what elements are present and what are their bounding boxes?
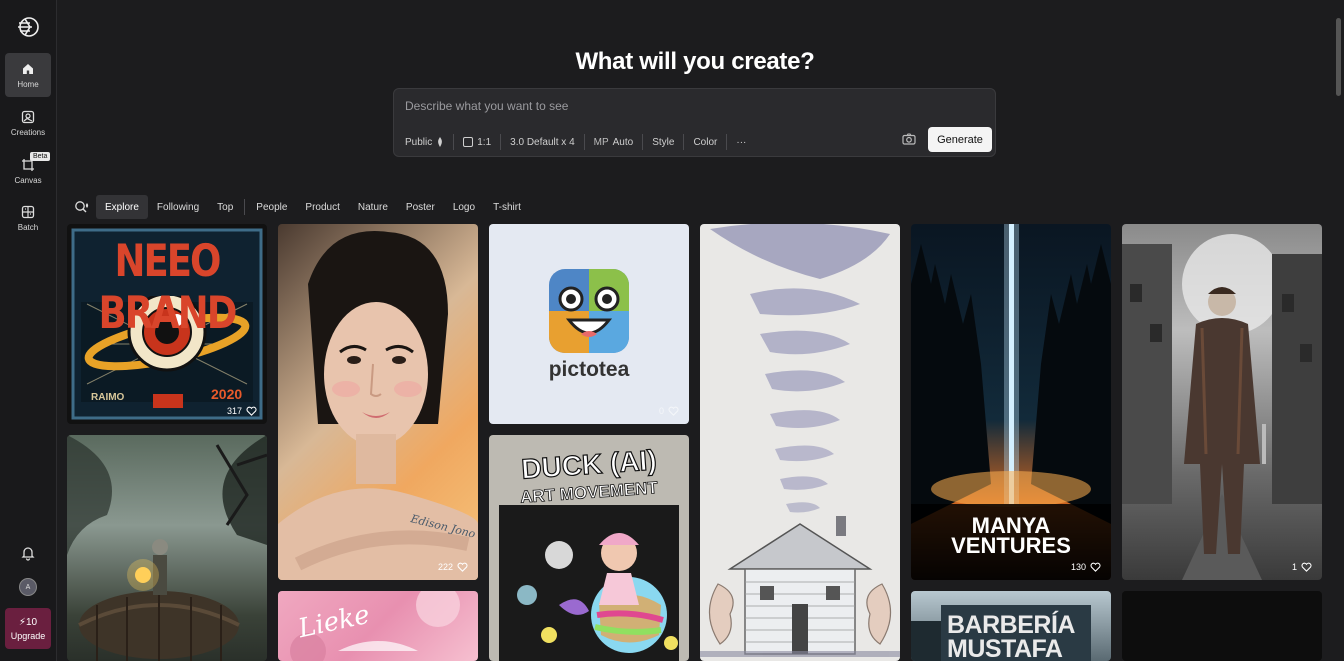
credits-count: ⚡10	[19, 617, 37, 628]
gallery-card-barberia[interactable]: BARBERÍA MUSTAFA	[911, 591, 1111, 661]
sidebar-item-label: Home	[17, 79, 39, 89]
color-select[interactable]: Color	[684, 133, 726, 151]
tab-product[interactable]: Product	[296, 195, 348, 219]
color-label: Color	[693, 136, 718, 148]
like-count: 317	[226, 406, 242, 416]
like-counter[interactable]: 130	[1071, 562, 1101, 572]
like-counter[interactable]: 222	[438, 562, 468, 572]
page-title: What will you create?	[575, 48, 815, 75]
visibility-label: Public	[405, 136, 433, 148]
sidebar-item-label: Batch	[17, 222, 39, 232]
barberia-line: BARBERÍA	[947, 611, 1075, 639]
user-avatar[interactable]: A	[19, 578, 37, 596]
ventures-line: VENTURES	[951, 533, 1071, 558]
mustafa-line: MUSTAFA	[947, 635, 1063, 661]
upgrade-button[interactable]: ⚡10 Upgrade	[5, 608, 51, 649]
aspect-ratio-select[interactable]: 1:1	[454, 133, 500, 151]
mp-value: Auto	[612, 136, 634, 148]
tab-poster[interactable]: Poster	[397, 195, 444, 219]
gallery-card-house-watercolor[interactable]	[700, 224, 900, 661]
pictotea-logo-image	[549, 269, 629, 353]
sidebar-item-home[interactable]: Home	[5, 53, 51, 97]
tab-people[interactable]: People	[247, 195, 296, 219]
pictotea-text: pictotea	[548, 358, 630, 381]
camera-icon[interactable]	[902, 132, 916, 146]
magic-prompt-select[interactable]: MP Auto	[585, 133, 643, 151]
batch-icon	[21, 205, 35, 218]
brand-logo-icon[interactable]	[16, 15, 40, 39]
globe-icon	[438, 137, 443, 147]
visibility-toggle[interactable]: Public	[405, 133, 453, 151]
tab-explore[interactable]: Explore	[96, 195, 148, 219]
search-button[interactable]	[74, 195, 96, 219]
ratio-label: 1:1	[477, 136, 492, 148]
prompt-box: Public 1:1 3.0 Default x 4 MP Auto Style…	[393, 88, 996, 157]
prompt-input[interactable]	[405, 99, 905, 113]
style-label: Style	[652, 136, 675, 148]
more-icon: ···	[736, 136, 747, 148]
mp-label: MP	[593, 136, 609, 148]
divider	[244, 199, 246, 215]
neeo-brand-text: NEEO BRAND	[98, 235, 237, 339]
style-select[interactable]: Style	[643, 133, 683, 151]
man-in-coat-image	[1122, 234, 1322, 580]
gallery-card-woman-portrait[interactable]: Edison Jono 222	[278, 224, 478, 580]
heart-icon	[457, 562, 468, 572]
gallery-card-man-in-coat[interactable]: 1	[1122, 224, 1322, 580]
neeo-year-text: 2020	[211, 386, 243, 402]
gallery-card-lantern-cargo[interactable]	[67, 435, 267, 661]
like-counter[interactable]: 317	[227, 406, 257, 416]
gallery-card-dark[interactable]	[1122, 591, 1322, 661]
notification-bell-icon[interactable]	[20, 545, 36, 561]
gallery-card-lieke[interactable]: Lieke	[278, 591, 478, 661]
heart-icon	[1301, 562, 1312, 572]
upgrade-label: Upgrade	[10, 630, 46, 641]
like-counter[interactable]: 0	[659, 406, 679, 416]
like-count: 130	[1070, 562, 1086, 572]
gallery-card-duck-ai[interactable]: DUCK (AI) ART MOVEMENT	[489, 435, 689, 661]
like-count: 0	[658, 406, 664, 416]
search-icon	[75, 201, 89, 213]
gallery-card-manya-ventures[interactable]: MANYA VENTURES 130	[911, 224, 1111, 580]
credits-value: 10	[25, 616, 38, 628]
image-icon	[21, 110, 35, 123]
prompt-options: Public 1:1 3.0 Default x 4 MP Auto Style…	[405, 133, 755, 151]
tab-logo[interactable]: Logo	[444, 195, 484, 219]
home-icon	[23, 63, 33, 74]
gallery-card-neeo-brand[interactable]: NEEO BRAND RAIMO 2020 317	[67, 224, 267, 424]
model-select[interactable]: 3.0 Default x 4	[501, 133, 583, 151]
sidebar-item-label: Creations	[10, 127, 46, 137]
explore-tabs: Explore Following Top People Product Nat…	[74, 195, 530, 219]
beta-badge: Beta	[30, 152, 51, 161]
square-icon	[463, 137, 474, 147]
like-count: 222	[437, 562, 453, 572]
heart-icon	[668, 406, 679, 416]
like-counter[interactable]: 1	[1292, 562, 1312, 572]
heart-icon	[246, 406, 257, 416]
tab-tshirt[interactable]: T-shirt	[484, 195, 530, 219]
sidebar: Home Creations Canvas Beta Batch A ⚡10 U…	[0, 0, 57, 661]
model-label: 3.0 Default x 4	[510, 136, 575, 148]
gallery-card-pictotea[interactable]: pictotea 0	[489, 224, 689, 424]
house-watercolor-image	[700, 224, 900, 657]
sidebar-item-label: Canvas	[14, 175, 42, 185]
manya-ventures-text: MANYA VENTURES	[911, 515, 1111, 558]
like-count: 1	[1291, 562, 1297, 572]
scrollbar[interactable]	[1336, 18, 1341, 96]
heart-icon	[1090, 562, 1101, 572]
barberia-text: BARBERÍA MUSTAFA	[947, 613, 1075, 661]
sidebar-item-creations[interactable]: Creations	[5, 101, 51, 145]
tab-following[interactable]: Following	[148, 195, 208, 219]
lantern-cargo-image	[67, 435, 267, 661]
neeo-raimo-text: RAIMO	[91, 392, 125, 403]
tab-top[interactable]: Top	[208, 195, 242, 219]
generate-button[interactable]: Generate	[928, 127, 992, 152]
lightning-icon: ⚡	[18, 616, 26, 628]
sidebar-item-batch[interactable]: Batch	[5, 196, 51, 240]
more-options-button[interactable]: ···	[727, 133, 755, 151]
tab-nature[interactable]: Nature	[349, 195, 397, 219]
